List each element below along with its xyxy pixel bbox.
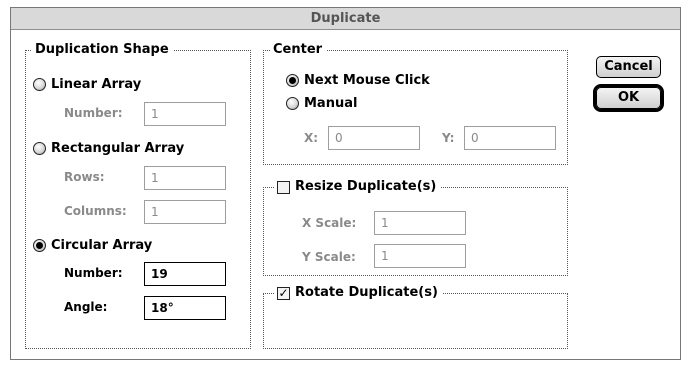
rotate-label: Rotate Duplicate(s) xyxy=(295,285,438,300)
linear-number-field[interactable]: 1 xyxy=(144,102,226,126)
radio-button-selected-icon[interactable] xyxy=(286,74,299,87)
checkmark-icon[interactable]: ✓ xyxy=(277,286,290,300)
circular-array-label: Circular Array xyxy=(51,238,153,253)
resize-label: Resize Duplicate(s) xyxy=(295,179,437,194)
rotate-checkbox[interactable]: ✓ Rotate Duplicate(s) xyxy=(274,285,442,301)
linear-number-label: Number: xyxy=(64,106,123,120)
next-mouse-click-label: Next Mouse Click xyxy=(304,73,430,88)
radio-button-icon[interactable] xyxy=(286,97,299,110)
rotate-group: ✓ Rotate Duplicate(s) xyxy=(263,285,568,349)
center-y-field[interactable]: 0 xyxy=(464,126,556,150)
circular-number-field[interactable]: 19 xyxy=(144,262,226,286)
xscale-field[interactable]: 1 xyxy=(374,211,466,235)
circular-number-label: Number: xyxy=(64,266,123,280)
yscale-field[interactable]: 1 xyxy=(374,244,466,268)
center-legend: Center xyxy=(270,42,327,58)
circular-array-radio[interactable]: Circular Array xyxy=(33,238,152,253)
center-x-label: X: xyxy=(304,131,319,145)
xscale-label: X Scale: xyxy=(302,216,357,230)
rows-label: Rows: xyxy=(64,170,105,184)
angle-label: Angle: xyxy=(64,300,108,314)
linear-array-radio[interactable]: Linear Array xyxy=(33,77,141,92)
duplication-shape-group: Duplication Shape Linear Array Number: 1… xyxy=(25,42,251,349)
center-y-label: Y: xyxy=(442,131,455,145)
yscale-label: Y Scale: xyxy=(302,250,356,264)
columns-label: Columns: xyxy=(64,204,127,218)
rectangular-array-label: Rectangular Array xyxy=(51,141,185,156)
rows-field[interactable]: 1 xyxy=(144,166,226,190)
checkbox-icon[interactable] xyxy=(277,180,290,194)
resize-group: Resize Duplicate(s) X Scale: 1 Y Scale: … xyxy=(263,179,568,276)
duplication-shape-legend: Duplication Shape xyxy=(32,42,173,58)
center-x-field[interactable]: 0 xyxy=(328,126,420,150)
linear-array-label: Linear Array xyxy=(51,77,142,92)
angle-field[interactable]: 18° xyxy=(144,296,226,320)
cancel-button[interactable]: Cancel xyxy=(596,56,661,78)
radio-button-icon[interactable] xyxy=(33,142,46,155)
radio-button-icon[interactable] xyxy=(33,78,46,91)
ok-button[interactable]: OK xyxy=(596,87,661,109)
next-mouse-click-radio[interactable]: Next Mouse Click xyxy=(286,73,430,88)
duplicate-dialog: Duplicate Duplication Shape Linear Array… xyxy=(10,7,681,360)
radio-button-selected-icon[interactable] xyxy=(33,239,46,252)
rectangular-array-radio[interactable]: Rectangular Array xyxy=(33,141,184,156)
manual-label: Manual xyxy=(304,96,358,111)
columns-field[interactable]: 1 xyxy=(144,200,226,224)
dialog-title: Duplicate xyxy=(11,8,680,30)
manual-radio[interactable]: Manual xyxy=(286,96,357,111)
resize-checkbox[interactable]: Resize Duplicate(s) xyxy=(274,179,441,195)
center-group: Center Next Mouse Click Manual X: 0 Y: 0 xyxy=(263,42,568,165)
